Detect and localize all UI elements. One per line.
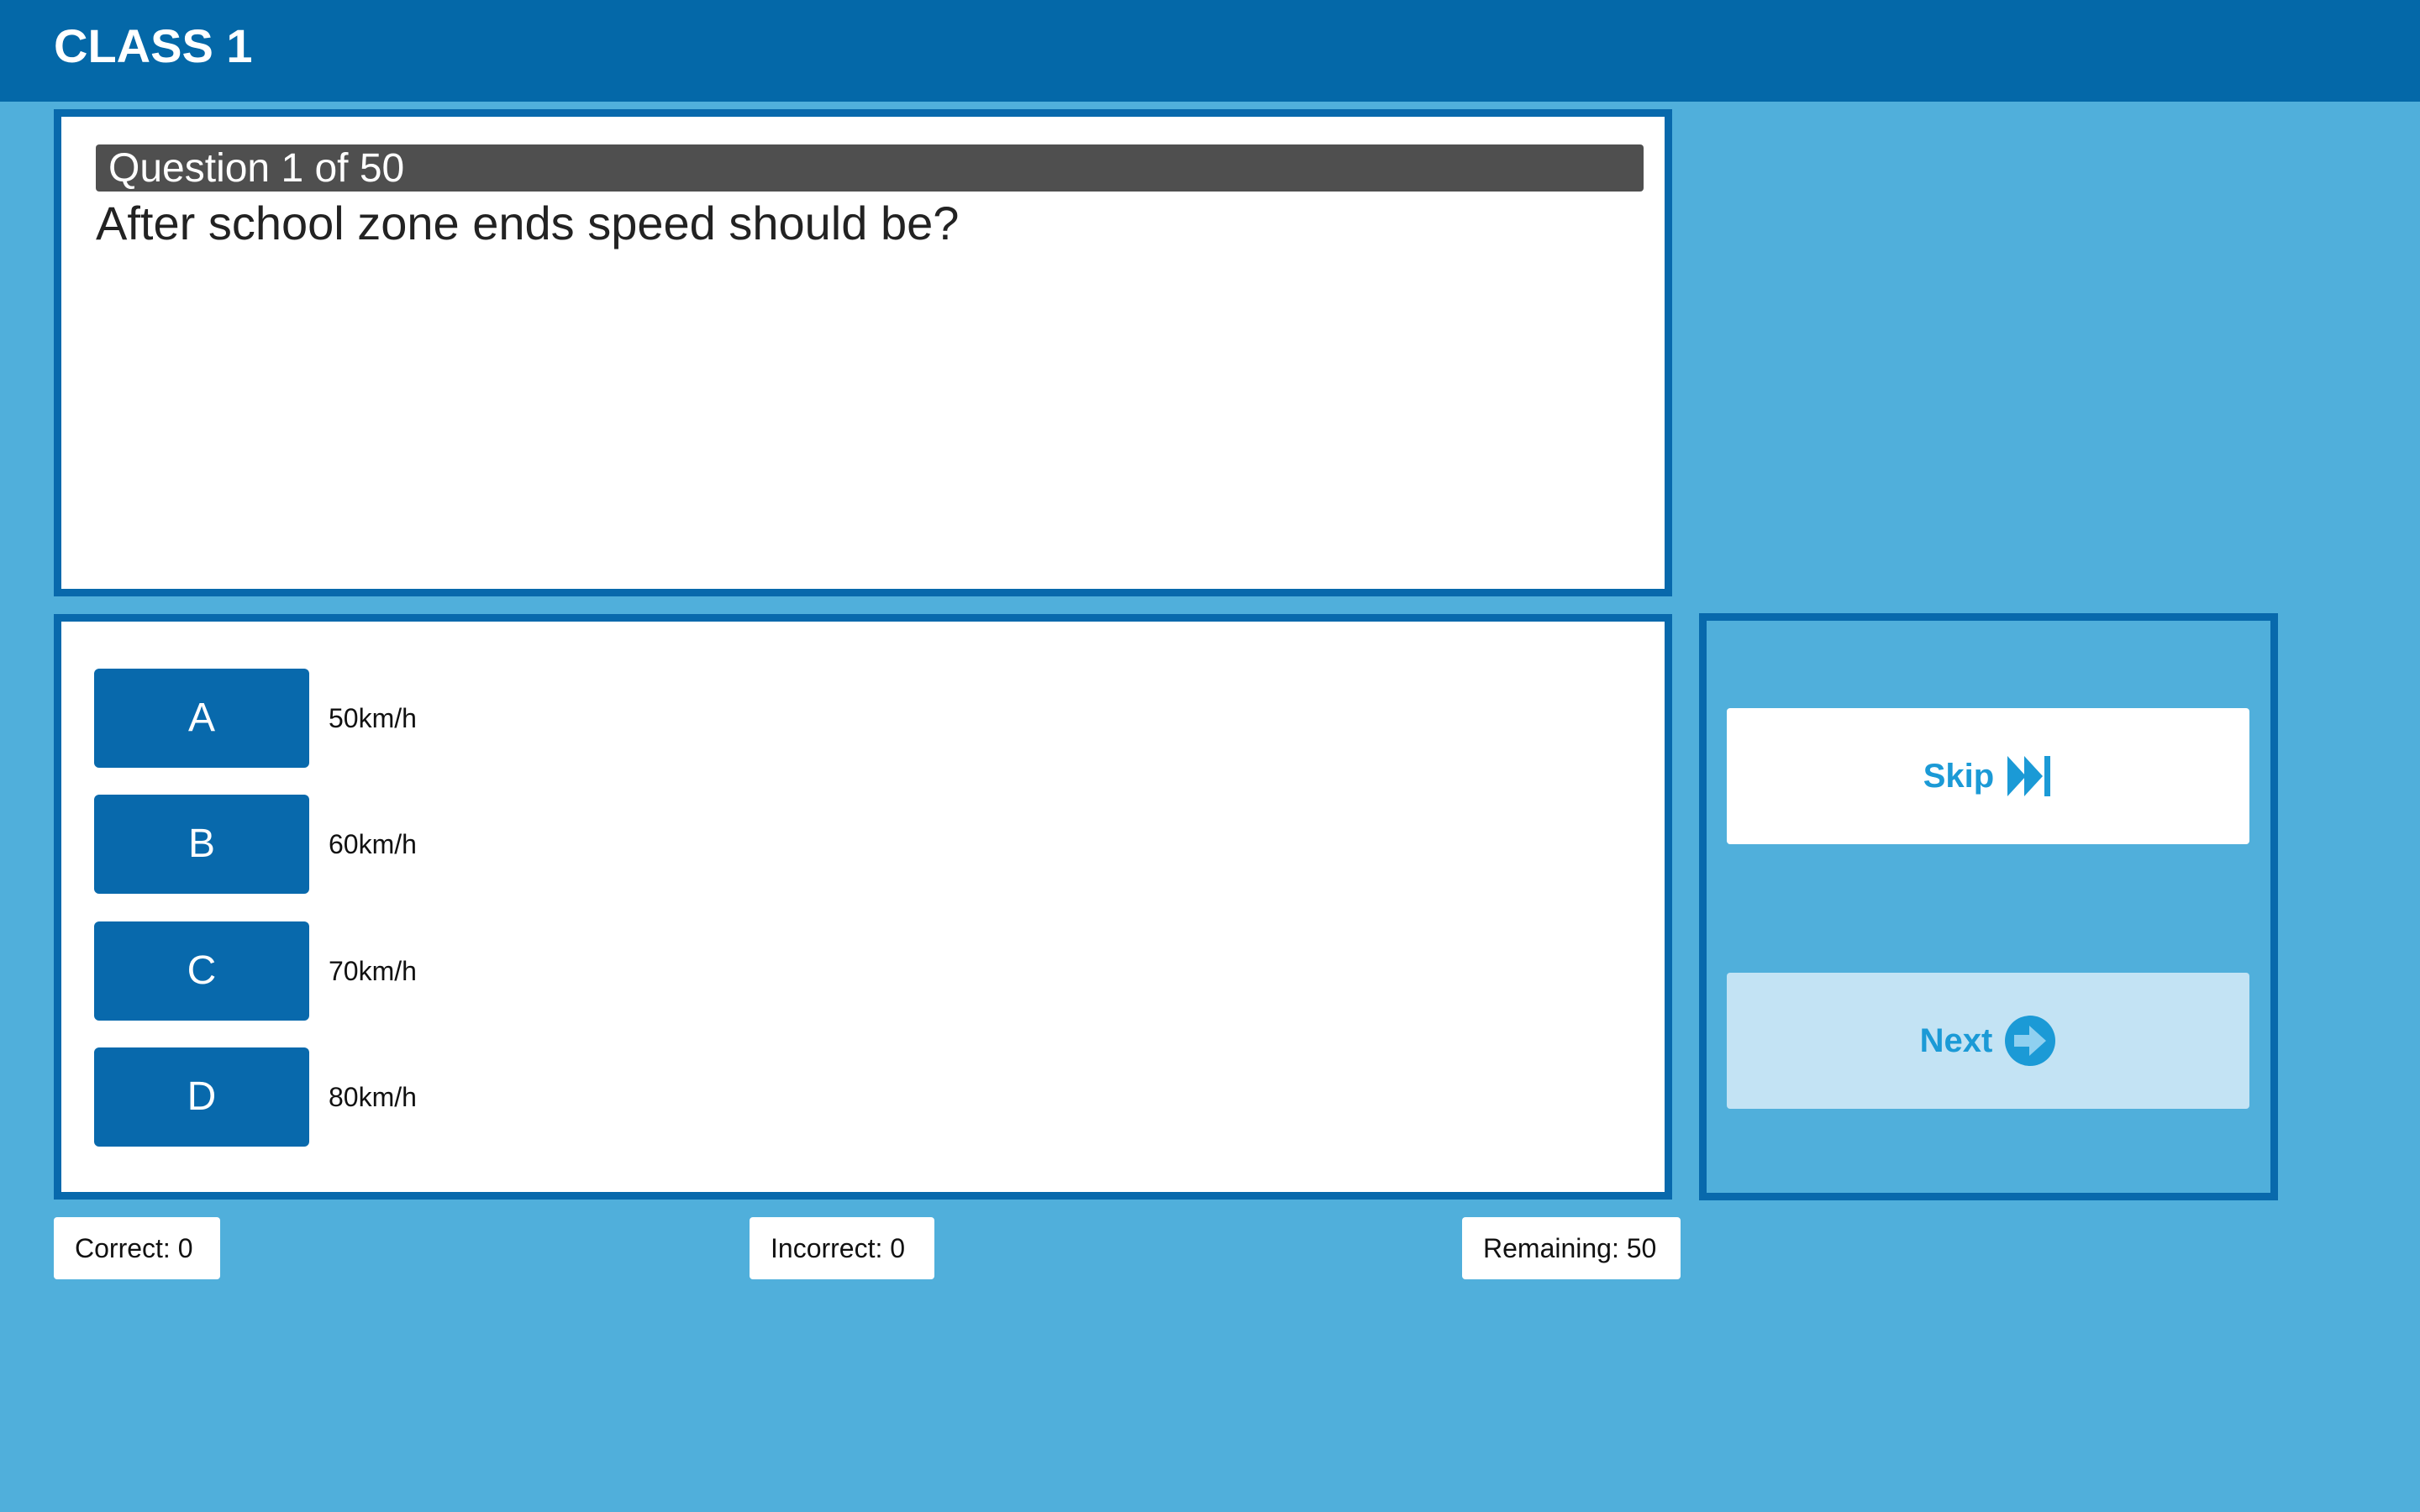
- answer-text-b: 60km/h: [329, 829, 417, 859]
- question-progress: Question 1 of 50: [96, 144, 1644, 192]
- navigation-panel: Skip Next: [1699, 613, 2278, 1200]
- answer-button-a[interactable]: A: [94, 669, 309, 768]
- incorrect-count: Incorrect: 0: [750, 1217, 934, 1279]
- arrow-right-circle-icon: [2004, 1015, 2056, 1067]
- fast-forward-icon: [2006, 753, 2053, 800]
- answer-option-c[interactable]: C 70km/h: [94, 921, 1355, 1021]
- answer-text-a: 50km/h: [329, 703, 417, 733]
- next-button[interactable]: Next: [1727, 973, 2249, 1109]
- next-label: Next: [1919, 1021, 1993, 1059]
- skip-label: Skip: [1923, 757, 1995, 795]
- question-panel: Question 1 of 50 After school zone ends …: [54, 109, 1672, 596]
- question-text: After school zone ends speed should be?: [96, 197, 960, 249]
- answer-option-b[interactable]: B 60km/h: [94, 795, 1355, 894]
- skip-button[interactable]: Skip: [1727, 708, 2249, 844]
- answers-panel: A 50km/h B 60km/h C 70km/h D 80km/h: [54, 614, 1672, 1200]
- app-title: CLASS 1: [54, 19, 253, 72]
- answer-option-d[interactable]: D 80km/h: [94, 1047, 1355, 1147]
- top-bar: CLASS 1: [0, 0, 2420, 102]
- answer-button-c[interactable]: C: [94, 921, 309, 1021]
- answer-text-c: 70km/h: [329, 956, 417, 986]
- answer-option-a[interactable]: A 50km/h: [94, 669, 1355, 768]
- answer-button-d[interactable]: D: [94, 1047, 309, 1147]
- correct-count: Correct: 0: [54, 1217, 220, 1279]
- remaining-count: Remaining: 50: [1462, 1217, 1681, 1279]
- answer-text-d: 80km/h: [329, 1082, 417, 1112]
- answer-button-b[interactable]: B: [94, 795, 309, 894]
